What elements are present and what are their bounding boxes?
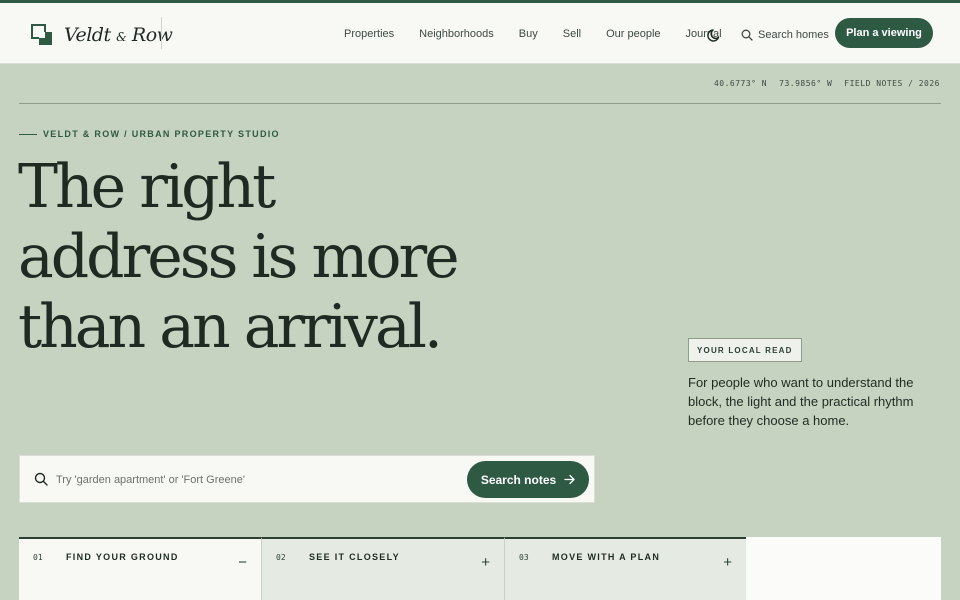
hero-headline: The right address is more than an arriva… [18,152,460,362]
steps-accordion: 01 FIND YOUR GROUND − 02 SEE IT CLOSELY … [19,537,941,600]
logo-divider [161,17,162,49]
step-title: MOVE WITH A PLAN [552,552,661,562]
step-card-move-with-a-plan[interactable]: 03 MOVE WITH A PLAN + [504,537,746,600]
nav-link-neighborhoods[interactable]: Neighborhoods [419,26,494,42]
nav-link-buy[interactable]: Buy [519,26,538,42]
hero-eyebrow: VELDT & ROW / URBAN PROPERTY STUDIO [19,129,280,139]
collapse-icon[interactable]: − [238,555,247,571]
step-title: SEE IT CLOSELY [309,552,400,562]
image-panel [746,537,941,600]
coordinates-readout: 40.6773° N 73.9856° W FIELD NOTES / 2026 [702,79,940,88]
expand-icon[interactable]: + [481,555,490,571]
logo[interactable]: Veldt & Row [30,23,173,47]
step-number: 03 [519,553,529,562]
step-card-see-it-closely[interactable]: 02 SEE IT CLOSELY + [261,537,504,600]
nav-link-sell[interactable]: Sell [563,26,581,42]
site-header: Veldt & Row Properties Neighborhoods Buy… [0,3,960,64]
expand-icon[interactable]: + [723,555,732,571]
latitude: 40.6773° N [713,79,768,88]
search-homes-label: Search homes [758,29,829,41]
nav-link-our-people[interactable]: Our people [606,26,660,42]
search-homes-link[interactable]: Search homes [741,26,829,44]
notes-search-bar: Search notes [19,455,595,503]
logo-wordmark: Veldt & Row [64,24,173,46]
header-rule [19,103,941,104]
search-notes-label: Search notes [480,472,557,487]
eyebrow-text: VELDT & ROW / URBAN PROPERTY STUDIO [43,129,280,139]
step-number: 01 [33,553,43,562]
step-card-find-your-ground[interactable]: 01 FIND YOUR GROUND − [19,537,261,600]
moon-icon[interactable] [706,26,724,44]
step-number: 02 [276,553,286,562]
search-notes-button[interactable]: Search notes [467,461,589,498]
longitude: 73.9856° W [779,79,833,88]
field-notes-label: FIELD NOTES / 2026 [844,79,940,88]
hero-description: For people who want to understand the bl… [688,375,914,428]
plan-viewing-button[interactable]: Plan a viewing [835,18,933,48]
step-title: FIND YOUR GROUND [66,552,179,562]
search-icon [741,29,753,41]
local-read-tag: YOUR LOCAL READ [688,338,802,362]
arrow-right-icon [564,474,575,485]
main-nav: Properties Neighborhoods Buy Sell Our pe… [344,26,722,42]
logo-mark-icon [31,24,52,45]
nav-link-properties[interactable]: Properties [344,26,394,42]
notes-search-input[interactable] [56,468,456,492]
search-icon [34,472,48,486]
eyebrow-dash [19,133,37,135]
